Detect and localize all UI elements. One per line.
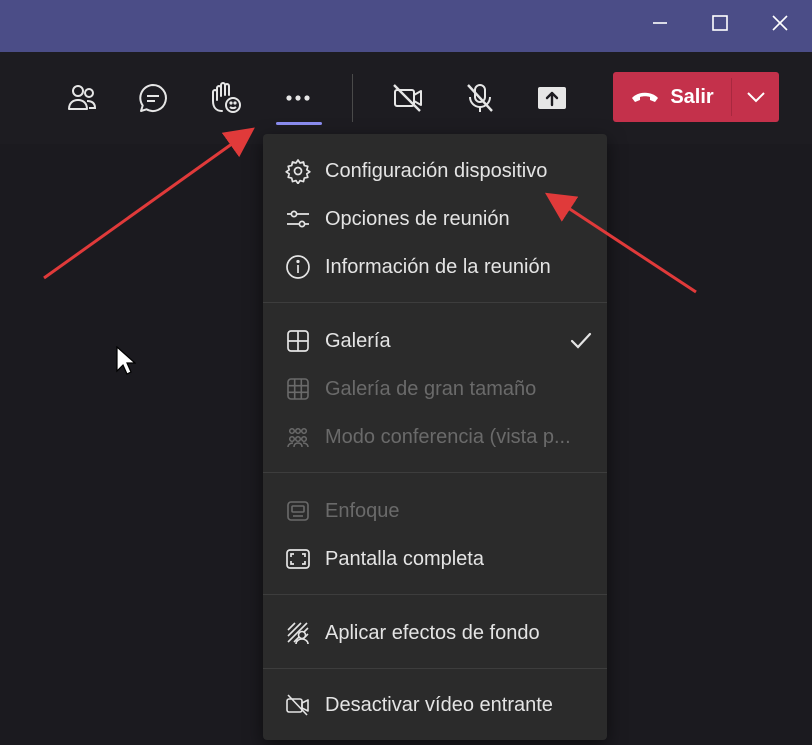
chat-button[interactable] — [129, 74, 177, 122]
camera-toggle-button[interactable] — [384, 74, 432, 122]
close-icon — [772, 15, 788, 31]
camera-off-icon — [393, 84, 422, 112]
gear-icon — [285, 158, 311, 184]
conference-mode-icon — [285, 424, 311, 450]
share-screen-icon — [538, 87, 566, 109]
menu-item-background-effects[interactable]: Aplicar efectos de fondo — [263, 609, 607, 657]
participants-button[interactable] — [58, 74, 106, 122]
menu-item-label: Modo conferencia (vista p... — [325, 425, 571, 448]
menu-item-meeting-options[interactable]: Opciones de reunión — [263, 195, 607, 243]
menu-divider — [263, 668, 607, 669]
menu-item-together-mode: Modo conferencia (vista p... — [263, 413, 607, 461]
mic-toggle-button[interactable] — [456, 74, 504, 122]
more-options-menu: Configuración dispositivo Opciones de re… — [263, 134, 607, 740]
menu-item-large-gallery: Galería de gran tamaño — [263, 365, 607, 413]
maximize-button[interactable] — [690, 0, 750, 46]
menu-item-gallery[interactable]: Galería — [263, 317, 607, 365]
toolbar-divider — [352, 74, 353, 122]
menu-item-label: Configuración dispositivo — [325, 159, 548, 182]
background-effects-icon — [285, 620, 311, 646]
leave-button[interactable]: Salir — [613, 72, 731, 122]
leave-button-group: Salir — [613, 72, 779, 122]
menu-item-fullscreen[interactable]: Pantalla completa — [263, 535, 607, 583]
leave-label: Salir — [670, 85, 714, 108]
leave-options-button[interactable] — [732, 72, 779, 122]
close-button[interactable] — [750, 0, 810, 46]
menu-item-label: Aplicar efectos de fondo — [325, 621, 540, 644]
share-button[interactable] — [528, 74, 576, 122]
active-indicator — [276, 122, 322, 125]
menu-item-label: Galería de gran tamaño — [325, 377, 537, 400]
large-gallery-icon — [285, 376, 311, 402]
video-off-icon — [285, 692, 311, 718]
checkmark-icon — [570, 332, 592, 349]
menu-item-focus: Enfoque — [263, 487, 607, 535]
info-icon — [285, 254, 311, 280]
menu-item-meeting-info[interactable]: Información de la reunión — [263, 243, 607, 291]
minimize-button[interactable] — [630, 0, 690, 46]
menu-item-label: Enfoque — [325, 499, 400, 522]
hang-up-icon — [632, 92, 659, 102]
menu-item-label: Desactivar vídeo entrante — [325, 693, 553, 716]
chat-icon — [139, 84, 167, 112]
raise-hand-icon — [212, 82, 241, 113]
mouse-cursor-icon — [116, 346, 136, 375]
fullscreen-icon — [285, 546, 311, 572]
menu-divider — [263, 472, 607, 473]
menu-divider — [263, 302, 607, 303]
maximize-icon — [712, 15, 728, 31]
menu-item-label: Pantalla completa — [325, 547, 484, 570]
menu-item-disable-incoming-video[interactable]: Desactivar vídeo entrante — [263, 681, 607, 729]
reactions-button[interactable] — [201, 74, 249, 122]
menu-item-label: Galería — [325, 329, 391, 352]
mic-off-icon — [467, 84, 493, 112]
menu-divider — [263, 594, 607, 595]
sliders-icon — [285, 206, 311, 232]
title-bar — [0, 0, 812, 52]
people-icon — [68, 85, 97, 110]
menu-item-label: Opciones de reunión — [325, 207, 510, 230]
more-options-button[interactable] — [274, 74, 322, 122]
menu-item-label: Información de la reunión — [325, 255, 551, 278]
focus-icon — [285, 498, 311, 524]
minimize-icon — [653, 22, 667, 24]
gallery-icon — [285, 328, 311, 354]
chevron-down-icon — [746, 92, 765, 103]
menu-item-device-settings[interactable]: Configuración dispositivo — [263, 147, 607, 195]
more-options-icon — [286, 95, 310, 101]
